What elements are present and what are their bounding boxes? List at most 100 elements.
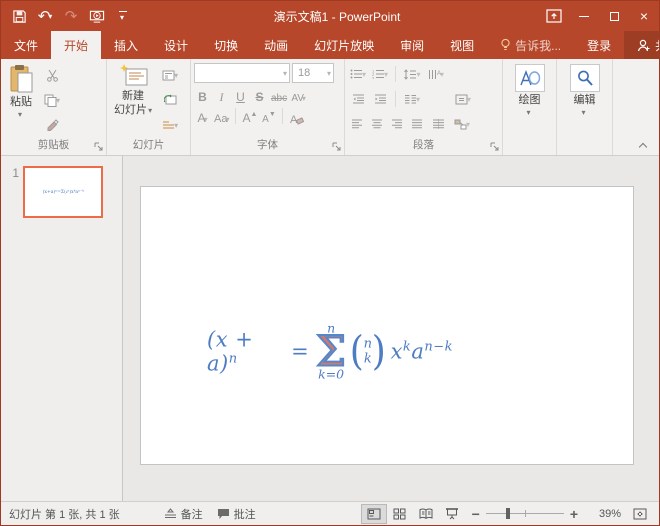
slide-1-thumbnail[interactable]: (x+a)ⁿ=Σ(ₖⁿ)xᵏaⁿ⁻ᵏ bbox=[23, 166, 103, 218]
clipboard-dialog-launcher[interactable] bbox=[94, 142, 104, 152]
change-case-button[interactable]: Aa▾ bbox=[213, 107, 230, 125]
powerpoint-window: ↶▾ ↷ ▾ 演示文稿1 - PowerPoint × 文件 开始 插入 设计 … bbox=[0, 0, 660, 526]
start-slideshow-icon bbox=[89, 9, 105, 24]
close-button[interactable]: × bbox=[629, 3, 659, 29]
drawing-button[interactable]: 绘图 ▾ bbox=[511, 62, 549, 138]
decrease-indent-icon bbox=[352, 94, 365, 104]
numbering-button[interactable]: 123 ▾ bbox=[370, 63, 390, 85]
align-left-button[interactable] bbox=[348, 113, 366, 135]
fit-slide-to-window-button[interactable] bbox=[627, 504, 653, 524]
sign-in-button[interactable]: 登录 bbox=[574, 31, 624, 59]
zoom-percentage[interactable]: 39% bbox=[585, 508, 621, 520]
align-text-button[interactable]: ▾ bbox=[451, 88, 475, 110]
line-spacing-button[interactable]: ▾ bbox=[401, 63, 423, 85]
slide-1[interactable]: (x + a)n = n Σ k=0 ( nk ) xkan−k bbox=[140, 186, 634, 465]
scissors-icon bbox=[46, 69, 59, 82]
font-name-dropdown-icon[interactable]: ▾ bbox=[283, 69, 287, 78]
tab-transitions[interactable]: 切换 bbox=[201, 31, 251, 59]
slide-sorter-view-button[interactable] bbox=[387, 504, 413, 524]
tab-animations[interactable]: 动画 bbox=[251, 31, 301, 59]
normal-view-button[interactable] bbox=[361, 504, 387, 524]
distribute-button[interactable] bbox=[428, 113, 448, 135]
strikethrough-button[interactable]: abc bbox=[270, 86, 288, 104]
smartart-convert-button[interactable]: ▾ bbox=[450, 113, 474, 135]
fit-to-window-icon bbox=[633, 508, 647, 520]
align-right-button[interactable] bbox=[388, 113, 406, 135]
text-direction-button[interactable]: A ▾ bbox=[425, 63, 447, 85]
paragraph-dialog-launcher[interactable] bbox=[490, 142, 500, 152]
ribbon-display-options-button[interactable] bbox=[539, 3, 569, 29]
underline-button[interactable]: U bbox=[232, 86, 249, 104]
new-slide-button[interactable]: 新建 幻灯片 ▾ bbox=[110, 62, 156, 138]
justify-button[interactable] bbox=[408, 113, 426, 135]
layout-button[interactable]: ▾ bbox=[158, 64, 182, 86]
font-size-dropdown-icon[interactable]: ▾ bbox=[327, 69, 331, 78]
editing-button[interactable]: 编辑 ▾ bbox=[566, 62, 604, 138]
zoom-slider[interactable] bbox=[486, 513, 564, 514]
drawing-icon bbox=[519, 69, 541, 87]
tab-home[interactable]: 开始 bbox=[51, 31, 101, 59]
customize-qat-button[interactable]: ▾ bbox=[111, 4, 135, 28]
ribbon-tab-bar: 文件 开始 插入 设计 切换 动画 幻灯片放映 审阅 视图 告诉我... 登录 … bbox=[1, 31, 659, 59]
slide-thumbnail-panel[interactable]: 1 (x+a)ⁿ=Σ(ₖⁿ)xᵏaⁿ⁻ᵏ bbox=[1, 156, 123, 501]
ribbon: 粘贴 ▾ ▾ 剪贴板 bbox=[1, 59, 659, 156]
section-button[interactable]: ▾ bbox=[158, 114, 182, 136]
character-spacing-button[interactable]: AV▾ bbox=[290, 86, 307, 104]
align-center-button[interactable] bbox=[368, 113, 386, 135]
undo-button[interactable]: ↶▾ bbox=[33, 4, 57, 28]
maximize-button[interactable] bbox=[599, 3, 629, 29]
reading-view-button[interactable] bbox=[413, 504, 439, 524]
clear-formatting-button[interactable]: A bbox=[288, 107, 305, 125]
font-name-combo[interactable]: ▾ bbox=[194, 63, 290, 83]
increase-indent-button[interactable] bbox=[370, 88, 390, 110]
notes-button[interactable]: 备注 bbox=[157, 502, 210, 525]
tab-slideshow[interactable]: 幻灯片放映 bbox=[301, 31, 387, 59]
zoom-out-button[interactable]: − bbox=[465, 502, 480, 525]
minimize-button[interactable] bbox=[569, 3, 599, 29]
font-color-button[interactable]: A▾ bbox=[194, 107, 211, 125]
zoom-in-button[interactable]: + bbox=[570, 502, 585, 525]
slideshow-view-button[interactable] bbox=[439, 504, 465, 524]
save-icon[interactable] bbox=[7, 4, 31, 28]
share-person-icon bbox=[637, 39, 651, 52]
columns-button[interactable]: ▾ bbox=[401, 88, 423, 110]
comments-button[interactable]: 批注 bbox=[210, 502, 263, 525]
minimize-icon bbox=[579, 16, 589, 17]
copy-dropdown-icon[interactable]: ▾ bbox=[56, 96, 60, 105]
paste-dropdown-icon[interactable]: ▾ bbox=[18, 110, 22, 120]
text-shadow-button[interactable]: S bbox=[251, 86, 268, 104]
tab-insert[interactable]: 插入 bbox=[101, 31, 151, 59]
cut-button[interactable] bbox=[40, 64, 64, 86]
italic-button[interactable]: I bbox=[213, 86, 230, 104]
start-slideshow-button[interactable] bbox=[85, 4, 109, 28]
collapse-ribbon-icon[interactable] bbox=[639, 141, 647, 149]
tell-me-box[interactable]: 告诉我... bbox=[487, 31, 574, 59]
paste-button[interactable]: 粘贴 ▾ bbox=[4, 62, 38, 138]
editing-dropdown-icon[interactable]: ▾ bbox=[581, 108, 585, 118]
new-slide-dropdown-icon[interactable]: ▾ bbox=[148, 106, 152, 115]
bold-button[interactable]: B bbox=[194, 86, 211, 104]
tab-file[interactable]: 文件 bbox=[1, 31, 51, 59]
font-dialog-launcher[interactable] bbox=[332, 142, 342, 152]
bullets-button[interactable]: ▾ bbox=[348, 63, 368, 85]
align-left-icon bbox=[351, 119, 363, 129]
share-button[interactable]: 共享 bbox=[624, 31, 660, 59]
decrease-font-size-button[interactable]: A▼ bbox=[260, 107, 277, 125]
format-painter-button[interactable] bbox=[40, 114, 64, 136]
equation[interactable]: (x + a)n = n Σ k=0 ( nk ) xkan−k bbox=[207, 322, 453, 381]
tab-view[interactable]: 视图 bbox=[437, 31, 487, 59]
paragraph-group: ▾ 123 ▾ ▾ A ▾ bbox=[345, 59, 503, 155]
zoom-slider-thumb[interactable] bbox=[506, 508, 510, 519]
summation: n Σ k=0 bbox=[316, 322, 346, 381]
decrease-indent-button[interactable] bbox=[348, 88, 368, 110]
reset-slide-button[interactable] bbox=[158, 89, 182, 111]
drawing-dropdown-icon[interactable]: ▾ bbox=[526, 108, 530, 118]
reset-slide-icon bbox=[164, 94, 177, 106]
font-size-combo[interactable]: 18▾ bbox=[292, 63, 334, 83]
copy-button[interactable]: ▾ bbox=[40, 89, 64, 111]
tab-design[interactable]: 设计 bbox=[151, 31, 201, 59]
slide-canvas[interactable]: (x + a)n = n Σ k=0 ( nk ) xkan−k bbox=[123, 156, 659, 501]
undo-dropdown-icon[interactable]: ▾ bbox=[48, 12, 52, 21]
tab-review[interactable]: 审阅 bbox=[387, 31, 437, 59]
increase-font-size-button[interactable]: A▲ bbox=[241, 107, 258, 125]
